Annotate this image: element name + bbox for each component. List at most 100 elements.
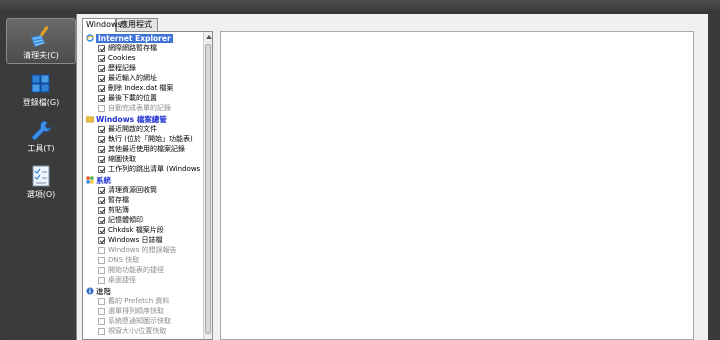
broom-icon — [31, 26, 49, 47]
group-title: Internet Explorer — [96, 33, 173, 43]
option-label: 歷程記錄 — [108, 64, 136, 72]
group-internet-explorer[interactable]: Internet Explorer — [86, 33, 173, 43]
option-item[interactable]: 最近輸入的網址 — [98, 73, 157, 83]
option-label: 系統匣通知圖示快取 — [108, 317, 171, 325]
option-label: 最近輸入的網址 — [108, 74, 157, 82]
option-item[interactable]: 系統匣通知圖示快取 — [98, 316, 171, 326]
group-advanced[interactable]: 進階 — [86, 286, 111, 296]
nav-options-label: 選項(O) — [26, 190, 56, 199]
option-item[interactable]: 刪除 Index.dat 檔案 — [98, 83, 173, 93]
option-item[interactable]: 暫存檔 — [98, 195, 129, 205]
scrollbar-thumb[interactable] — [205, 44, 211, 334]
option-item[interactable]: 開始功能表的捷徑 — [98, 265, 164, 275]
checkbox[interactable] — [98, 186, 105, 194]
checkbox[interactable] — [98, 54, 105, 62]
option-item[interactable]: Windows 日誌檔 — [98, 235, 162, 245]
option-label: DNS 快取 — [108, 256, 140, 264]
checklist-icon — [32, 165, 50, 187]
option-label: 剪貼簿 — [108, 206, 129, 214]
checkbox[interactable] — [98, 44, 105, 52]
option-label: Cookies — [108, 54, 136, 62]
checkbox[interactable] — [98, 104, 105, 112]
option-item[interactable]: 網際網路暫存檔 — [98, 43, 157, 53]
nav-tools-label: 工具(T) — [27, 144, 55, 153]
option-label: Chkdsk 檔案片段 — [108, 226, 164, 234]
checkbox[interactable] — [98, 236, 105, 244]
group-windows-explorer[interactable]: Windows 檔案總管 — [86, 114, 167, 124]
tree-scrollbar[interactable] — [203, 32, 212, 339]
checkbox[interactable] — [98, 307, 105, 315]
option-label: 視窗大小/位置快取 — [108, 327, 167, 335]
results-panel — [220, 31, 694, 340]
option-item[interactable]: 剪貼簿 — [98, 205, 129, 215]
option-item[interactable]: 記憶體傾印 — [98, 215, 143, 225]
checkbox[interactable] — [98, 74, 105, 82]
option-item[interactable]: Windows 的錯誤報告 — [98, 245, 176, 255]
windows-flag-icon — [86, 176, 94, 184]
main-content: Windows 應用程式 Internet Explorer 網際網路暫存檔 C… — [76, 14, 708, 340]
wrench-icon — [32, 120, 52, 140]
group-title: Windows 檔案總管 — [96, 114, 167, 124]
advanced-info-icon — [86, 287, 94, 295]
option-item[interactable]: 縮圖快取 — [98, 154, 136, 164]
checkbox[interactable] — [98, 145, 105, 153]
nav-options[interactable]: 選項(O) — [6, 160, 76, 206]
option-item[interactable]: 最後下載的位置 — [98, 93, 157, 103]
checkbox[interactable] — [98, 276, 105, 284]
checkbox[interactable] — [98, 125, 105, 133]
checkbox[interactable] — [98, 94, 105, 102]
option-item[interactable]: Cookies — [98, 53, 135, 63]
option-item[interactable]: 工作列的跳出清單 (Windows — [98, 164, 200, 174]
checkbox[interactable] — [98, 317, 105, 325]
option-item[interactable]: DNS 快取 — [98, 255, 139, 265]
option-item[interactable]: 執行 (位於「開始」功能表) — [98, 134, 193, 144]
checkbox[interactable] — [98, 165, 105, 173]
checkbox[interactable] — [98, 216, 105, 224]
tab-applications[interactable]: 應用程式 — [116, 18, 158, 31]
option-label: 開始功能表的捷徑 — [108, 266, 164, 274]
option-item[interactable]: 視窗大小/位置快取 — [98, 326, 166, 336]
option-label: 執行 (位於「開始」功能表) — [108, 135, 193, 143]
option-label: 其他最近使用的檔案記錄 — [108, 145, 185, 153]
option-label: 網際網路暫存檔 — [108, 44, 157, 52]
nav-cleaner[interactable]: 清理夫(C) — [6, 18, 76, 64]
checkbox[interactable] — [98, 256, 105, 264]
checkbox[interactable] — [98, 196, 105, 204]
scroll-up-arrow-icon[interactable] — [206, 35, 212, 39]
tab-windows[interactable]: Windows — [82, 18, 122, 32]
window-frame-edge — [708, 14, 720, 340]
checkbox[interactable] — [98, 226, 105, 234]
option-item[interactable]: Chkdsk 檔案片段 — [98, 225, 164, 235]
checkbox[interactable] — [98, 297, 105, 305]
option-label: 刪除 Index.dat 檔案 — [108, 84, 174, 92]
option-item[interactable]: 歷程記錄 — [98, 63, 136, 73]
option-item[interactable]: 最近開啟的文件 — [98, 124, 157, 134]
group-title: 系統 — [96, 175, 111, 185]
windows-explorer-icon — [86, 116, 94, 123]
nav-registry[interactable]: 登錄檔(G) — [6, 68, 76, 114]
checkbox[interactable] — [98, 64, 105, 72]
checkbox[interactable] — [98, 84, 105, 92]
checkbox[interactable] — [98, 206, 105, 214]
window-title-bar — [0, 0, 720, 14]
checkbox[interactable] — [98, 135, 105, 143]
option-label: Windows 的錯誤報告 — [108, 246, 177, 254]
option-item[interactable]: 自動完成表單的記錄 — [98, 103, 171, 113]
option-label: 最後下載的位置 — [108, 94, 157, 102]
option-item[interactable]: 桌面捷徑 — [98, 275, 136, 285]
option-item[interactable]: 清理資源回收筒 — [98, 185, 157, 195]
option-label: 最近開啟的文件 — [108, 125, 157, 133]
checkbox[interactable] — [98, 266, 105, 274]
option-item[interactable]: 選單排列順序快取 — [98, 306, 164, 316]
checkbox[interactable] — [98, 155, 105, 163]
registry-cubes-icon — [31, 74, 50, 93]
option-item[interactable]: 舊的 Prefetch 資料 — [98, 296, 169, 306]
checkbox[interactable] — [98, 246, 105, 254]
option-label: Windows 日誌檔 — [108, 236, 163, 244]
checkbox[interactable] — [98, 327, 105, 335]
option-label: 暫存檔 — [108, 196, 129, 204]
cleaner-options-tree: Internet Explorer 網際網路暫存檔 Cookies 歷程記錄 最… — [82, 31, 213, 340]
option-item[interactable]: 其他最近使用的檔案記錄 — [98, 144, 185, 154]
nav-tools[interactable]: 工具(T) — [6, 114, 76, 160]
group-system[interactable]: 系統 — [86, 175, 111, 185]
